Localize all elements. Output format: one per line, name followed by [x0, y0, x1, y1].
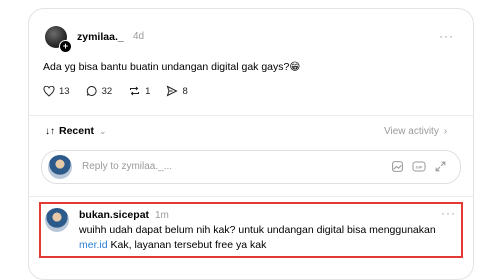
sort-arrows-icon: ↓↑: [45, 125, 55, 137]
comment-text: wuihh udah dapat belum nih kak? untuk un…: [79, 223, 459, 253]
comment-text-tail: Kak, layanan tersebut free ya kak: [107, 239, 267, 251]
divider: [29, 115, 473, 116]
comment-icon[interactable]: [86, 85, 98, 97]
thread-card: + zymilaa._ 4d ··· Ada yg bisa bantu bua…: [28, 8, 474, 280]
sort-dropdown[interactable]: ↓↑ Recent ⌄: [45, 125, 107, 137]
post-text: Ada yg bisa bantu buatin undangan digita…: [43, 61, 300, 73]
repost-icon[interactable]: [128, 85, 141, 97]
view-activity-label: View activity: [384, 126, 439, 137]
comment-time: 1m: [155, 210, 169, 221]
commenter-avatar[interactable]: [45, 208, 69, 232]
comment-more-options-icon[interactable]: ···: [441, 206, 456, 220]
shares-count: 8: [182, 85, 188, 97]
more-options-icon[interactable]: ···: [439, 29, 454, 43]
divider: [29, 196, 473, 197]
heart-icon[interactable]: [43, 85, 55, 97]
comment-text-line1: wuihh udah dapat belum nih kak? untuk un…: [79, 224, 436, 236]
reply-input[interactable]: Reply to zymilaa._...: [82, 161, 172, 172]
reposts-count: 1: [145, 85, 151, 97]
highlighted-comment: bukan.sicepat 1m ··· wuihh udah dapat be…: [39, 202, 463, 258]
commenter-username[interactable]: bukan.sicepat: [79, 209, 149, 221]
grin-emoji-icon: 😁: [289, 61, 301, 73]
gif-icon[interactable]: GIF: [412, 160, 426, 173]
view-activity-link[interactable]: View activity ›: [384, 126, 447, 137]
sort-label: Recent: [59, 125, 95, 137]
user-avatar: [48, 155, 72, 179]
svg-text:GIF: GIF: [416, 165, 423, 170]
chevron-down-icon: ⌄: [99, 125, 107, 136]
author-username[interactable]: zymilaa._: [77, 31, 124, 43]
mer-id-link[interactable]: mer.id: [79, 239, 108, 251]
post-actions: 13 32 1 8: [43, 85, 188, 97]
share-icon[interactable]: [166, 85, 179, 97]
post-time: 4d: [133, 31, 145, 42]
follow-plus-icon[interactable]: +: [59, 40, 72, 53]
comment-text-line2: mer.id Kak, layanan tersebut free ya kak: [79, 238, 459, 253]
post-text-content: Ada yg bisa bantu buatin undangan digita…: [43, 61, 290, 73]
reply-box[interactable]: Reply to zymilaa._... GIF: [41, 150, 461, 184]
comments-count: 32: [101, 85, 113, 97]
image-icon[interactable]: [391, 160, 404, 173]
chevron-right-icon: ›: [443, 126, 448, 137]
likes-count: 13: [59, 85, 70, 97]
expand-icon[interactable]: [434, 160, 447, 173]
